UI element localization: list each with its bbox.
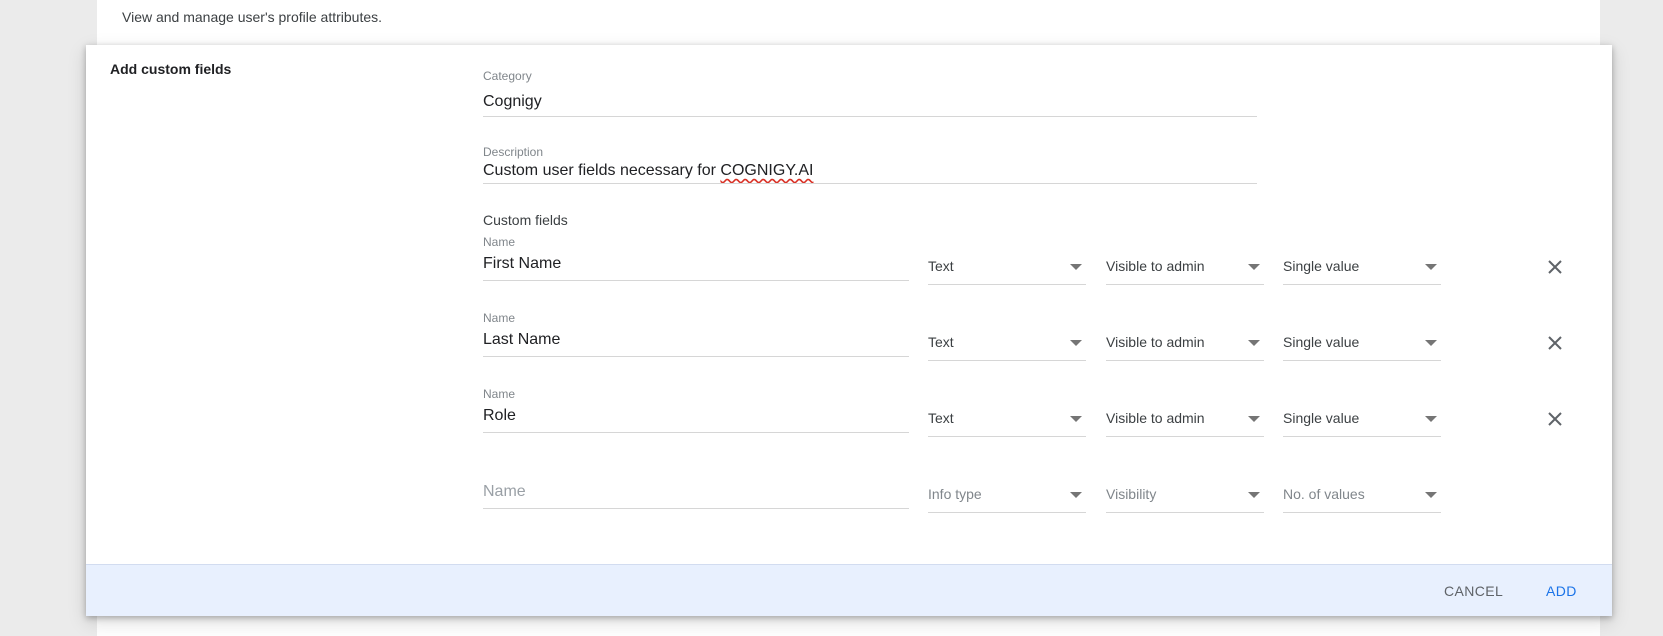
num-values-placeholder: No. of values — [1283, 486, 1365, 502]
select-underline — [1283, 436, 1441, 437]
num-values-select[interactable]: Single value — [1283, 406, 1441, 437]
visibility-value: Visible to admin — [1106, 410, 1205, 426]
new-visibility-select[interactable]: Visibility — [1106, 482, 1264, 513]
custom-field-name-value: Role — [483, 407, 516, 424]
info-type-select[interactable]: Text — [928, 330, 1086, 361]
custom-field-name-underline — [483, 432, 909, 433]
num-values-select[interactable]: Single value — [1283, 330, 1441, 361]
triangle-down-icon — [1248, 340, 1260, 346]
remove-field-button[interactable] — [1543, 331, 1567, 355]
select-underline — [1106, 436, 1264, 437]
info-type-select[interactable]: Text — [928, 406, 1086, 437]
num-values-value: Single value — [1283, 410, 1360, 426]
triangle-down-icon — [1070, 416, 1082, 422]
custom-field-name-underline — [483, 356, 909, 357]
custom-field-name-input[interactable]: Name First Name — [483, 235, 909, 281]
custom-field-name-value: First Name — [483, 255, 562, 272]
page-description: View and manage user's profile attribute… — [122, 9, 383, 25]
category-underline — [483, 116, 1257, 117]
triangle-down-icon — [1248, 492, 1260, 498]
category-label: Category — [483, 69, 532, 83]
select-underline — [1106, 284, 1264, 285]
custom-field-name-value: Last Name — [483, 331, 561, 348]
info-type-value: Text — [928, 334, 954, 350]
custom-field-name-label: Name — [483, 387, 516, 401]
description-misspelled-word: COGNIGY.AI — [720, 162, 814, 179]
description-input[interactable]: Custom user fields necessary for COGNIGY… — [483, 162, 813, 180]
triangle-down-icon — [1070, 340, 1082, 346]
custom-field-name-label: Name — [483, 311, 516, 325]
info-type-value: Text — [928, 258, 954, 274]
remove-field-button[interactable] — [1543, 407, 1567, 431]
select-underline — [1106, 512, 1264, 513]
new-field-name-placeholder: Name — [483, 483, 526, 500]
select-underline — [928, 436, 1086, 437]
dialog-footer: CANCEL ADD — [86, 564, 1612, 616]
description-text: Custom user fields necessary for — [483, 162, 721, 179]
add-custom-fields-dialog: Add custom fields Category Cognigy Descr… — [86, 45, 1612, 616]
close-icon — [1548, 260, 1562, 274]
new-field-name-underline — [483, 508, 909, 509]
remove-field-button[interactable] — [1543, 255, 1567, 279]
info-type-placeholder: Info type — [928, 486, 982, 502]
num-values-value: Single value — [1283, 258, 1360, 274]
select-underline — [928, 360, 1086, 361]
visibility-select[interactable]: Visible to admin — [1106, 254, 1264, 285]
custom-field-name-underline — [483, 280, 909, 281]
info-type-select[interactable]: Text — [928, 254, 1086, 285]
select-underline — [1106, 360, 1264, 361]
triangle-down-icon — [1425, 492, 1437, 498]
category-input[interactable]: Cognigy — [483, 93, 542, 111]
triangle-down-icon — [1425, 340, 1437, 346]
custom-field-name-input[interactable]: Name Last Name — [483, 311, 909, 357]
visibility-select[interactable]: Visible to admin — [1106, 330, 1264, 361]
dialog-title: Add custom fields — [110, 61, 232, 77]
visibility-value: Visible to admin — [1106, 334, 1205, 350]
select-underline — [928, 284, 1086, 285]
triangle-down-icon — [1070, 264, 1082, 270]
new-field-name-input[interactable]: Name — [483, 463, 909, 509]
custom-field-name-label: Name — [483, 235, 516, 249]
triangle-down-icon — [1425, 416, 1437, 422]
visibility-value: Visible to admin — [1106, 258, 1205, 274]
description-label: Description — [483, 145, 544, 159]
visibility-select[interactable]: Visible to admin — [1106, 406, 1264, 437]
triangle-down-icon — [1070, 492, 1082, 498]
triangle-down-icon — [1425, 264, 1437, 270]
new-num-values-select[interactable]: No. of values — [1283, 482, 1441, 513]
select-underline — [1283, 284, 1441, 285]
new-info-type-select[interactable]: Info type — [928, 482, 1086, 513]
info-type-value: Text — [928, 410, 954, 426]
add-button[interactable]: ADD — [1546, 583, 1577, 599]
num-values-value: Single value — [1283, 334, 1360, 350]
select-underline — [1283, 512, 1441, 513]
num-values-select[interactable]: Single value — [1283, 254, 1441, 285]
custom-field-name-input[interactable]: Name Role — [483, 387, 909, 433]
select-underline — [928, 512, 1086, 513]
triangle-down-icon — [1248, 416, 1260, 422]
triangle-down-icon — [1248, 264, 1260, 270]
close-icon — [1548, 412, 1562, 426]
close-icon — [1548, 336, 1562, 350]
custom-fields-title: Custom fields — [483, 212, 568, 228]
description-underline — [483, 183, 1257, 184]
cancel-button[interactable]: CANCEL — [1444, 583, 1503, 599]
select-underline — [1283, 360, 1441, 361]
visibility-placeholder: Visibility — [1106, 486, 1157, 502]
